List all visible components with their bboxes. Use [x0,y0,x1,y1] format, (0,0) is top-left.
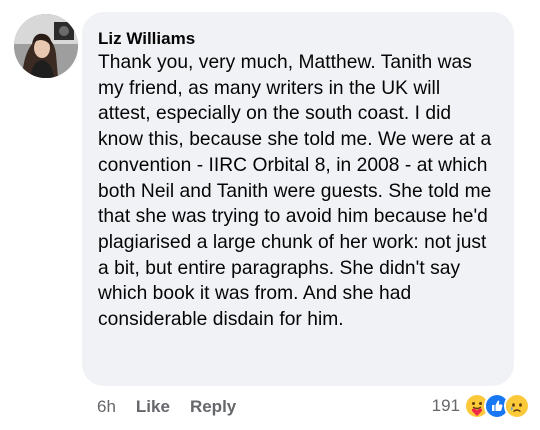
reaction-icons [464,393,530,419]
comment-actions: 6h Like Reply [97,396,256,418]
profile-photo-icon [14,14,78,78]
reply-button[interactable]: Reply [190,397,236,417]
comment-text: Thank you, very much, Matthew. Tanith wa… [98,52,492,331]
sad-icon [504,393,530,419]
comment-bubble: Liz Williams Thank you, very much, Matth… [82,12,514,386]
comment-timestamp[interactable]: 6h [97,397,116,417]
like-button[interactable]: Like [136,397,170,417]
reaction-count: 191 [431,396,460,415]
comment-author[interactable]: Liz Williams [98,29,498,49]
avatar[interactable] [14,14,78,78]
reactions-summary[interactable]: 191 [432,391,530,421]
